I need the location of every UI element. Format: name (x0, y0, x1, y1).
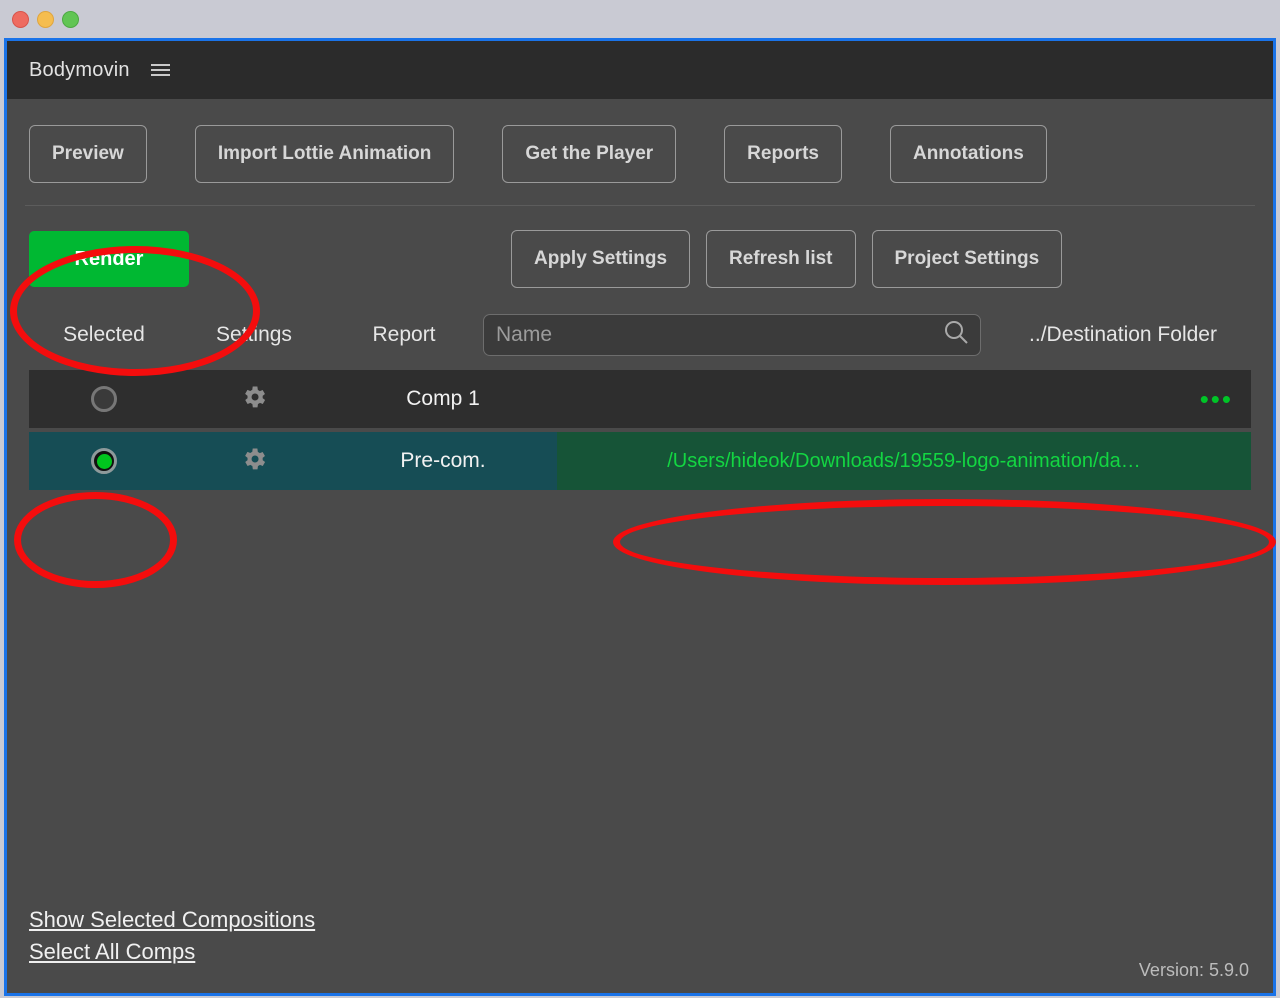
show-selected-compositions-link[interactable]: Show Selected Compositions (29, 907, 315, 933)
screenshot-root: Bodymovin Preview Import Lottie Animatio… (0, 0, 1280, 998)
traffic-lights (12, 11, 79, 28)
close-window-button[interactable] (12, 11, 29, 28)
bodymovin-panel: Bodymovin Preview Import Lottie Animatio… (4, 38, 1276, 996)
table-row[interactable]: Pre-com. /Users/hideok/Downloads/19559-l… (29, 432, 1251, 490)
composition-name: Pre-com. (400, 449, 486, 472)
composition-destination-cell[interactable]: /Users/hideok/Downloads/19559-logo-anima… (557, 432, 1251, 490)
reports-button[interactable]: Reports (724, 125, 842, 183)
composition-name: Comp 1 (406, 387, 480, 410)
import-lottie-button[interactable]: Import Lottie Animation (194, 125, 455, 183)
gear-icon[interactable] (240, 445, 268, 478)
composition-list: Comp 1 ••• Pre-com. /Users/hideok/Downlo… (7, 370, 1273, 490)
composition-settings-cell (179, 445, 329, 478)
project-settings-button[interactable]: Project Settings (871, 230, 1063, 288)
destination-path[interactable]: /Users/hideok/Downloads/19559-logo-anima… (657, 450, 1151, 473)
apply-settings-button[interactable]: Apply Settings (511, 230, 691, 288)
app-title: Bodymovin (29, 58, 130, 81)
composition-select-cell (29, 386, 179, 412)
window-titlebar (0, 0, 1280, 40)
composition-radio-unselected[interactable] (91, 386, 117, 412)
render-button[interactable]: Render (29, 231, 189, 287)
row-menu-icon[interactable]: ••• (1200, 386, 1233, 412)
column-header-settings: Settings (216, 323, 292, 346)
gear-icon[interactable] (240, 383, 268, 416)
table-row[interactable]: Comp 1 ••• (29, 370, 1251, 428)
refresh-list-button[interactable]: Refresh list (706, 230, 856, 288)
hamburger-icon[interactable] (148, 61, 173, 79)
preview-button[interactable]: Preview (29, 125, 147, 183)
search-input[interactable] (483, 314, 981, 356)
version-label: Version: 5.9.0 (1138, 960, 1249, 980)
column-header-report: Report (372, 323, 436, 346)
minimize-window-button[interactable] (37, 11, 54, 28)
render-row: Render Apply Settings Refresh list Proje… (7, 206, 1273, 310)
composition-destination-cell[interactable]: ••• (557, 370, 1251, 428)
composition-settings-cell (179, 383, 329, 416)
footer-links: Show Selected Compositions Select All Co… (29, 907, 315, 971)
get-the-player-button[interactable]: Get the Player (502, 125, 677, 183)
composition-radio-selected[interactable] (91, 448, 117, 474)
main-toolbar: Preview Import Lottie Animation Get the … (7, 99, 1273, 205)
maximize-window-button[interactable] (62, 11, 79, 28)
select-all-comps-link[interactable]: Select All Comps (29, 939, 315, 965)
app-header: Bodymovin (7, 41, 1273, 99)
column-header-selected: Selected (63, 323, 145, 346)
search-field-wrapper (483, 314, 981, 356)
column-headers: Selected Settings Report ../Destination … (7, 310, 1273, 370)
composition-select-cell (29, 448, 179, 474)
column-header-destination: ../Destination Folder (1029, 323, 1217, 346)
annotations-button[interactable]: Annotations (889, 125, 1047, 183)
